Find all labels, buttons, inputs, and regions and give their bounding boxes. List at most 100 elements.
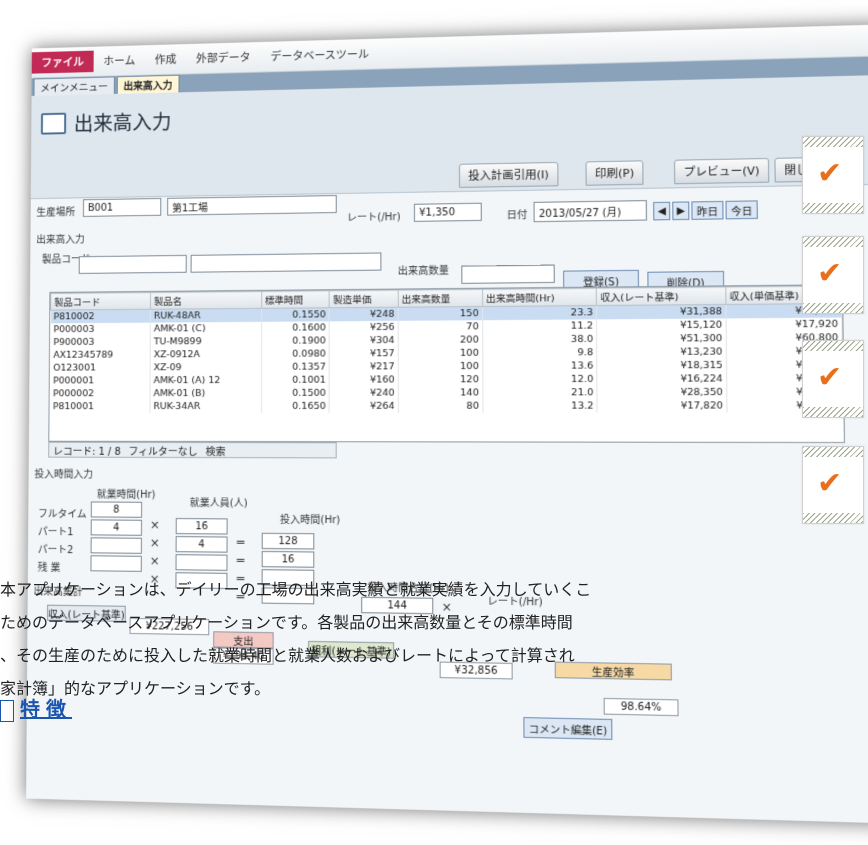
cell: ¥240 (329, 386, 399, 400)
cell: 0.1357 (261, 360, 330, 374)
cell: ¥15,120 (596, 318, 726, 333)
qty-field[interactable] (461, 264, 555, 284)
cell: ¥28,350 (597, 385, 727, 400)
cell[interactable]: P000002 (50, 387, 150, 401)
cell[interactable]: P000001 (50, 374, 151, 388)
table-row[interactable]: P000002 AMK-01 (B) 0.1500 ¥240 140 21.0 ¥28,35… (50, 385, 843, 401)
cell: ¥248 (329, 307, 399, 322)
rate-field[interactable]: ¥1,350 (413, 202, 482, 222)
record-search[interactable]: 検索 (206, 443, 226, 458)
cell[interactable]: AMK-01 (A) 12 (149, 373, 262, 388)
cell[interactable]: RUK-34AR (149, 399, 262, 414)
cell[interactable]: P810001 (49, 400, 150, 414)
cell[interactable]: P810002 (50, 309, 151, 324)
cell[interactable]: P000003 (50, 322, 151, 337)
qty-label: 出来高数量 (397, 265, 449, 278)
ribbon-tab-database-tools[interactable]: データベースツール (260, 43, 379, 68)
cell: ¥157 (329, 347, 399, 361)
today-button[interactable]: 今日 (725, 200, 758, 220)
equals-sign: = (235, 552, 246, 567)
cell[interactable]: AMK-01 (B) (149, 386, 262, 401)
equals-sign: = (235, 534, 246, 549)
cell[interactable]: TU-M9899 (150, 334, 262, 349)
hours-part2[interactable] (90, 537, 142, 554)
cell[interactable]: 140 (398, 386, 483, 400)
total-part1: 16 (261, 550, 315, 568)
cell[interactable]: 200 (398, 333, 483, 348)
filter-indicator[interactable]: フィルターなし (129, 442, 198, 457)
staff-col-label: 就業人員(人) (189, 498, 248, 510)
plant-code-select[interactable]: B001 (82, 197, 162, 217)
next-date-icon[interactable]: ▶ (672, 201, 690, 221)
preview-button[interactable]: プレビュー(V) (674, 157, 770, 185)
product-code-select[interactable] (78, 254, 187, 274)
record-navigator: レコード: 1 / 8 フィルターなし 検索 (48, 441, 337, 459)
cell: ¥160 (329, 373, 399, 387)
col-header-code[interactable]: 製品コード (50, 292, 151, 311)
cell[interactable]: P900003 (50, 335, 151, 349)
cell[interactable]: 80 (398, 399, 483, 413)
cell[interactable]: O123001 (50, 361, 151, 375)
hours-part1[interactable]: 4 (90, 519, 143, 536)
plan-import-button[interactable]: 投入計画引用(I) (458, 161, 559, 188)
ribbon-tab-home[interactable]: ホーム (94, 49, 145, 72)
badge-hatch (803, 407, 863, 417)
ribbon-tab-create[interactable]: 作成 (145, 48, 186, 71)
cell: ¥31,388 (596, 304, 726, 320)
ribbon-tab-external-data[interactable]: 外部データ (186, 46, 260, 70)
cell[interactable]: AMK-01 (C) (150, 321, 262, 336)
hours-col-label: 就業時間(Hr) (96, 489, 156, 501)
record-position[interactable]: レコード: 1 / 8 (53, 442, 121, 457)
ribbon-tab-file[interactable]: ファイル (31, 50, 94, 74)
staff-fulltime[interactable]: 16 (175, 518, 228, 535)
doc-tab-output-entry[interactable]: 出来高入力 (116, 74, 180, 94)
cell: 9.8 (482, 346, 597, 360)
date-field[interactable]: 2013/05/27 (月) (533, 200, 647, 223)
comment-edit-button[interactable]: コメント編集(E) (523, 717, 613, 740)
cell[interactable]: AX12345789 (50, 348, 151, 362)
description: 本アプリケーションは、デイリーの工場の出来高実績と就業実績を入力していくこ ため… (0, 573, 868, 705)
date-label: 日付 (506, 210, 528, 222)
hours-fulltime[interactable]: 8 (90, 501, 143, 518)
badge-hatch (803, 447, 863, 457)
cell: 0.0980 (261, 347, 330, 361)
cell[interactable]: XZ-09 (150, 360, 262, 375)
cell[interactable]: 150 (398, 306, 483, 321)
product-name-field (190, 252, 382, 273)
col-header-std-time[interactable]: 標準時間 (261, 290, 330, 309)
feature-heading-text[interactable]: 特徴 (20, 697, 72, 721)
cell: ¥17,820 (597, 399, 727, 413)
cell[interactable]: 120 (398, 373, 483, 387)
row-label-part1: パート1 (37, 526, 74, 539)
cell: 13.6 (482, 359, 598, 374)
description-line: 、その生産のために投入した就業時間と就業人数およびレートによって計算され (0, 646, 575, 665)
cell[interactable]: 70 (398, 320, 483, 334)
col-header-name[interactable]: 製品名 (150, 291, 262, 310)
yesterday-button[interactable]: 昨日 (691, 200, 724, 220)
staff-part1[interactable]: 4 (175, 536, 228, 553)
cell: 0.1550 (261, 307, 330, 322)
table-row[interactable]: P810001RUK-34AR0.1650¥2648013.2¥17,820¥2… (49, 399, 843, 414)
checkmark-icon: ✔ (817, 466, 843, 501)
cell[interactable]: RUK-48AR (150, 308, 262, 323)
cell: 21.0 (482, 386, 598, 400)
cell[interactable]: 100 (398, 346, 483, 361)
cell[interactable]: 100 (398, 359, 483, 374)
col-header-hours[interactable]: 出来高時間(Hr) (482, 288, 597, 307)
prev-date-icon[interactable]: ◀ (653, 201, 671, 221)
cell[interactable]: XZ-0912A (150, 347, 262, 362)
total-col-label: 投入時間(Hr) (279, 514, 341, 527)
doc-tab-main-menu[interactable]: メインメニュー (33, 76, 115, 96)
staff-part2[interactable] (175, 554, 228, 571)
check-badge: ✔ (802, 236, 864, 314)
hours-overtime[interactable] (90, 555, 142, 572)
multiply-sign: × (149, 517, 160, 532)
col-header-unit-price[interactable]: 製造単価 (329, 290, 399, 308)
print-button[interactable]: 印刷(P) (585, 160, 644, 186)
badge-hatch (803, 237, 863, 247)
row-label-overtime: 残 業 (37, 562, 61, 574)
cell: 23.3 (482, 305, 597, 321)
col-header-income-rate[interactable]: 収入(レート基準) (596, 286, 726, 306)
col-header-qty[interactable]: 出来高数量 (398, 289, 483, 308)
cell: 0.1650 (261, 399, 330, 413)
